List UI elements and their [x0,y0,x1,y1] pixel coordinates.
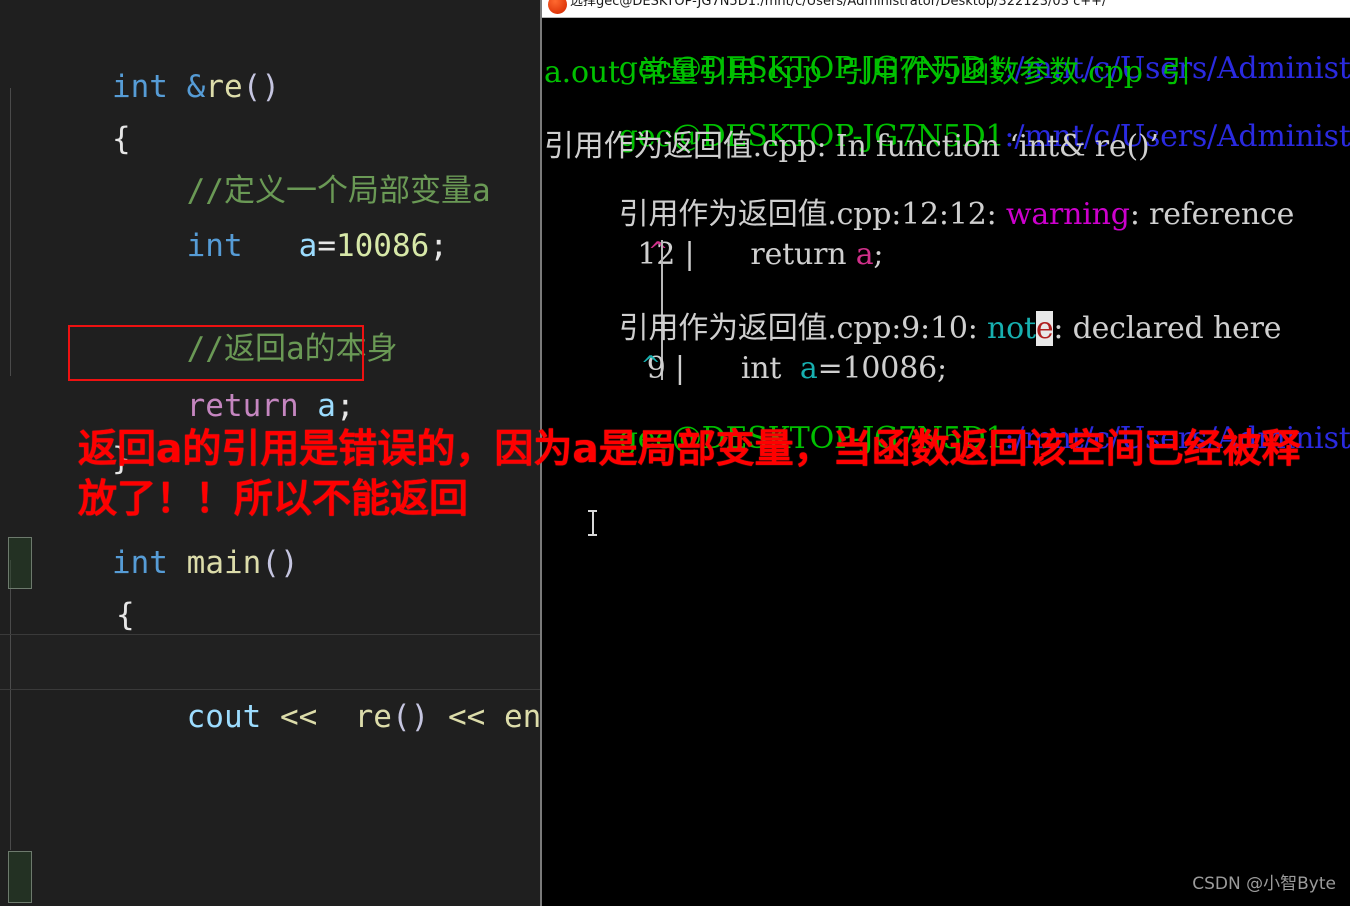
token-variable-a: a [298,228,318,264]
code-line-10[interactable]: int main() [0,482,540,581]
code-line-6[interactable]: //返回a的本身 [0,268,540,367]
token-assign: = [317,228,336,264]
terminal-output-area[interactable]: gec@DESKTOP-JG7N5D1:/mnt/c/Users/Adminis… [542,18,1350,906]
token-variable-endl: endl [503,699,540,735]
token-number-10086: 10086 [335,228,430,264]
token-paren-open: ( [391,699,411,735]
token-semicolon: ; [429,228,448,264]
code-line-7[interactable]: return a; [0,325,540,424]
source-code-pre: int [684,351,800,386]
note-message: : declared here [1053,311,1282,346]
prompt-user-host: gec@DESKTOP-JG7N5D1 [618,421,1005,456]
code-line-8[interactable]: } [0,378,540,477]
note-label: not [986,311,1036,346]
token-function-re: re [354,699,392,735]
token-operator-shift: << [279,699,318,735]
code-line-2[interactable]: { [0,58,540,157]
token-operator-shift: << [447,699,486,735]
source-code-post: ; [873,237,884,272]
code-line-4[interactable]: int a=10086; [0,165,540,264]
code-line-11[interactable]: { [0,534,540,633]
token-paren-close: ) [410,699,430,735]
warning-label: warning [1005,197,1130,232]
token-brace-open: { [115,597,135,633]
code-line-1[interactable]: int &re() [0,6,540,105]
source-code-pre: return [694,237,856,272]
gcc-in-function-line: 引用作为返回值.cpp: In function ‘int& re()’ [544,129,1159,164]
source-code-var: a [855,237,874,272]
prompt-path: :/mnt/c/Users/Administrat [1004,421,1350,456]
token-brace-close: } [111,441,131,477]
source-code-post: =10086; [817,351,947,386]
csdn-watermark: CSDN @小智Byte [1192,874,1336,894]
warning-message: : reference [1129,197,1295,232]
token-variable-cout: cout [186,699,262,735]
code-line-14[interactable]: } [0,848,540,902]
code-line-3[interactable]: //定义一个局部变量a [0,110,540,209]
screenshot-root: int &re() { //定义一个局部变量a int a=10086; //返… [0,0,1350,906]
terminal-titlebar[interactable]: 选择gec@DESKTOP-JG7N5D1:/mnt/c/Users/Admin… [542,0,1350,18]
gcc-caret-marker: ^ [544,237,668,265]
source-code-var: a [799,351,818,386]
wsl-terminal-window[interactable]: 选择gec@DESKTOP-JG7N5D1:/mnt/c/Users/Admin… [540,0,1350,906]
code-editor-pane[interactable]: int &re() { //定义一个局部变量a int a=10086; //返… [0,0,540,906]
terminal-title-text: 选择gec@DESKTOP-JG7N5D1:/mnt/c/Users/Admin… [570,0,1107,9]
terminal-block-cursor: e [1035,311,1054,346]
gcc-caret-marker: ^ [544,351,661,379]
ubuntu-logo-icon [548,0,567,14]
terminal-ls-output: a.out 常量引用.cpp 引用作为函数参数.cpp 引 [544,55,1192,90]
token-keyword-int: int [186,228,243,264]
code-line-13[interactable]: cout << re() << endl [0,636,540,735]
terminal-prompt-line: gec@DESKTOP-JG7N5D1:/mnt/c/Users/Adminis… [544,394,1350,484]
